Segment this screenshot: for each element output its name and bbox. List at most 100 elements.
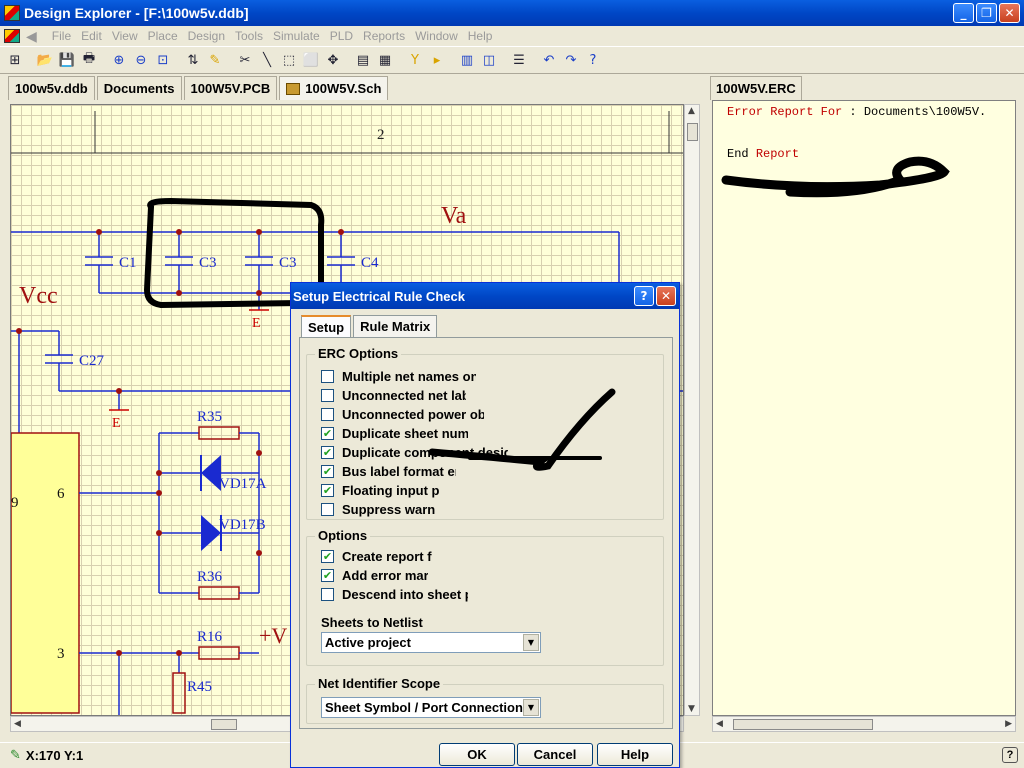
erc-horizontal-scrollbar[interactable]: ◀ ▶ — [712, 716, 1016, 732]
document-icon[interactable] — [4, 29, 20, 43]
scroll-left-icon[interactable]: ◀ — [716, 719, 723, 729]
menu-file[interactable]: File — [47, 29, 76, 43]
schematic-vertical-scrollbar[interactable]: ▲ ▼ — [684, 104, 700, 716]
explorer-tree-icon[interactable]: ⊞ — [4, 49, 26, 71]
label-e1: E — [252, 316, 261, 331]
checkbox-unchecked[interactable] — [321, 408, 334, 421]
run-icon[interactable]: ▸ — [426, 49, 448, 71]
sheets-to-netlist-select[interactable]: Active project ▼ — [321, 632, 541, 653]
tab-sch[interactable]: 100W5V.Sch — [279, 76, 389, 100]
dialog-help-button[interactable]: ? — [634, 286, 654, 306]
component-icon[interactable]: ◫ — [478, 49, 500, 71]
menu-window[interactable]: Window — [410, 29, 463, 43]
scroll-up-icon[interactable]: ▲ — [688, 106, 695, 116]
scroll-thumb[interactable] — [733, 719, 873, 730]
checkbox-row[interactable]: ✔ Floating input pins — [321, 481, 440, 500]
tab-rule-matrix[interactable]: Rule Matrix — [353, 315, 438, 337]
tab-setup[interactable]: Setup — [301, 315, 352, 337]
scroll-right-icon[interactable]: ▶ — [1005, 719, 1012, 729]
border-number: 2 — [377, 127, 385, 143]
checkbox-label: Create report file — [342, 549, 432, 564]
close-button[interactable]: ✕ — [999, 3, 1020, 23]
checkbox-row[interactable]: ✔ Duplicate component designators — [321, 443, 508, 462]
menu-help[interactable]: Help — [463, 29, 498, 43]
checkbox-row[interactable]: Unconnected power objects — [321, 405, 484, 424]
library-icon[interactable]: ▤ — [352, 49, 374, 71]
menu-place[interactable]: Place — [143, 29, 183, 43]
align-icon[interactable]: ☰ — [508, 49, 530, 71]
label-va: Va — [441, 203, 467, 229]
checkbox-checked[interactable]: ✔ — [321, 484, 334, 497]
checkbox-checked[interactable]: ✔ — [321, 465, 334, 478]
checkbox-checked[interactable]: ✔ — [321, 569, 334, 582]
checkbox-row[interactable]: Unconnected net labels — [321, 386, 466, 405]
help-icon[interactable]: ? — [582, 49, 604, 71]
select-area-icon[interactable]: ⬚ — [278, 49, 300, 71]
checkbox-unchecked[interactable] — [321, 588, 334, 601]
checkbox-row[interactable]: ✔ Create report file — [321, 547, 432, 566]
deselect-icon[interactable]: ⬜ — [300, 49, 322, 71]
dialog-close-button[interactable]: ✕ — [656, 286, 676, 306]
scroll-thumb[interactable] — [687, 123, 698, 141]
browse-library-icon[interactable]: ▦ — [374, 49, 396, 71]
checkbox-checked[interactable]: ✔ — [321, 446, 334, 459]
checkbox-unchecked[interactable] — [321, 389, 334, 402]
tab-erc[interactable]: 100W5V.ERC — [710, 76, 802, 100]
minimize-button[interactable]: _ — [953, 3, 974, 23]
checkbox-unchecked[interactable] — [321, 370, 334, 383]
app-icon[interactable] — [4, 5, 20, 21]
open-folder-icon[interactable]: 📂 — [34, 49, 56, 71]
ok-button[interactable]: OK — [439, 743, 515, 766]
chevron-down-icon[interactable]: ▼ — [523, 634, 539, 651]
zoom-in-icon[interactable]: ⊕ — [108, 49, 130, 71]
help-button[interactable]: Help — [597, 743, 673, 766]
place-part-icon[interactable]: Y — [404, 49, 426, 71]
checkbox-row[interactable]: Suppress warnings — [321, 500, 436, 519]
hierarchy-icon[interactable]: ⇅ — [182, 49, 204, 71]
checkbox-row[interactable]: ✔ Duplicate sheet numbers — [321, 424, 468, 443]
menu-pld[interactable]: PLD — [325, 29, 358, 43]
save-icon[interactable]: 💾 — [56, 49, 78, 71]
checkbox-checked[interactable]: ✔ — [321, 550, 334, 563]
move-icon[interactable]: ✥ — [322, 49, 344, 71]
menu-reports[interactable]: Reports — [358, 29, 410, 43]
menu-design[interactable]: Design — [183, 29, 230, 43]
menu-view[interactable]: View — [107, 29, 143, 43]
schematic-icon — [286, 82, 301, 95]
cross-probe-icon[interactable]: ✂ — [234, 49, 256, 71]
zoom-out-icon[interactable]: ⊖ — [130, 49, 152, 71]
wire-icon[interactable]: ╲ — [256, 49, 278, 71]
net-scope-select[interactable]: Sheet Symbol / Port Connections ▼ — [321, 697, 541, 718]
scroll-left-icon[interactable]: ◀ — [14, 719, 21, 729]
menu-edit[interactable]: Edit — [76, 29, 107, 43]
tab-ddb[interactable]: 100w5v.ddb — [8, 76, 95, 100]
status-help-icon[interactable]: ? — [1002, 747, 1018, 763]
cancel-button[interactable]: Cancel — [517, 743, 593, 766]
label-vd17b: VD17B — [219, 517, 266, 533]
checkbox-checked[interactable]: ✔ — [321, 427, 334, 440]
tab-pcb[interactable]: 100W5V.PCB — [183, 76, 278, 100]
tab-documents[interactable]: Documents — [96, 76, 182, 100]
scroll-down-icon[interactable]: ▼ — [688, 704, 695, 714]
checkbox-row[interactable]: Descend into sheet parts — [321, 585, 468, 604]
label-vcc: Vcc — [19, 283, 58, 309]
menu-simulate[interactable]: Simulate — [268, 29, 325, 43]
checkbox-row[interactable]: ✔ Bus label format errors — [321, 462, 456, 481]
menu-tools[interactable]: Tools — [230, 29, 268, 43]
scroll-thumb[interactable] — [211, 719, 237, 730]
erc-report-panel[interactable]: Error Report For : Documents\100W5V. End… — [712, 100, 1016, 716]
chevron-down-icon[interactable]: ▼ — [523, 699, 539, 716]
print-icon[interactable]: 🖶 — [78, 49, 100, 71]
zoom-fit-icon[interactable]: ⊡ — [152, 49, 174, 71]
checkbox-row[interactable]: Multiple net names on net — [321, 367, 476, 386]
redo-icon[interactable]: ↷ — [560, 49, 582, 71]
checkbox-unchecked[interactable] — [321, 503, 334, 516]
dialog-tabs: Setup Rule Matrix — [301, 315, 439, 337]
pencil-icon[interactable]: ✎ — [204, 49, 226, 71]
book-icon[interactable]: ▥ — [456, 49, 478, 71]
checkbox-row[interactable]: ✔ Add error markers — [321, 566, 428, 585]
maximize-button[interactable]: ❐ — [976, 3, 997, 23]
erc-line-2: End Report — [727, 147, 799, 161]
back-arrow-icon[interactable]: ◀ — [26, 28, 37, 45]
undo-icon[interactable]: ↶ — [538, 49, 560, 71]
